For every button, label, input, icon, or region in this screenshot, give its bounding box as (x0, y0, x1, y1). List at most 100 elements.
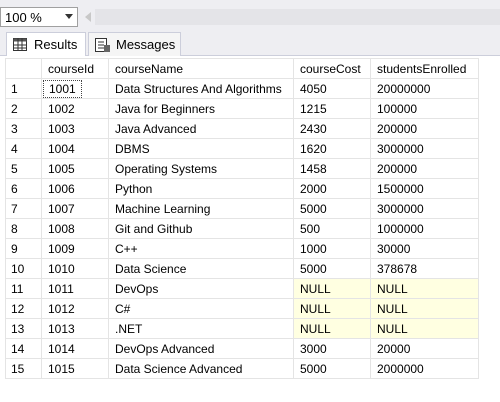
table-row[interactable]: 12 1012 C# NULL NULL (5, 298, 479, 319)
row-number[interactable]: 8 (5, 218, 42, 239)
courseid-cell[interactable]: 1004 (41, 138, 109, 159)
coursename-cell[interactable]: C++ (108, 238, 294, 259)
table-row[interactable]: 10 1010 Data Science 5000 378678 (5, 258, 479, 279)
table-row[interactable]: 6 1006 Python 2000 1500000 (5, 178, 479, 199)
courseid-cell[interactable]: 1015 (41, 358, 109, 379)
courseid-cell[interactable]: 1008 (41, 218, 109, 239)
row-number[interactable]: 7 (5, 198, 42, 219)
coursecost-cell[interactable]: NULL (293, 318, 371, 339)
courseid-cell[interactable]: 1010 (41, 258, 109, 279)
row-number[interactable]: 11 (5, 278, 42, 299)
studentsenrolled-cell[interactable]: 20000 (370, 338, 479, 359)
row-number[interactable]: 10 (5, 258, 42, 279)
table-row[interactable]: 4 1004 DBMS 1620 3000000 (5, 138, 479, 159)
courseid-cell[interactable]: 1006 (41, 178, 109, 199)
coursecost-cell[interactable]: 5000 (293, 198, 371, 219)
row-number[interactable]: 4 (5, 138, 42, 159)
row-number[interactable]: 14 (5, 338, 42, 359)
table-row[interactable]: 3 1003 Java Advanced 2430 200000 (5, 118, 479, 139)
row-number-header[interactable] (5, 58, 42, 79)
row-number[interactable]: 9 (5, 238, 42, 259)
studentsenrolled-cell[interactable]: 200000 (370, 158, 479, 179)
coursename-cell[interactable]: Data Structures And Algorithms (108, 78, 294, 99)
table-row[interactable]: 8 1008 Git and Github 500 1000000 (5, 218, 479, 239)
table-row[interactable]: 14 1014 DevOps Advanced 3000 20000 (5, 338, 479, 359)
column-header-coursecost[interactable]: courseCost (293, 58, 371, 79)
column-header-coursename[interactable]: courseName (108, 58, 294, 79)
coursecost-cell[interactable]: 500 (293, 218, 371, 239)
table-row[interactable]: 11 1011 DevOps NULL NULL (5, 278, 479, 299)
coursename-cell[interactable]: Data Science (108, 258, 294, 279)
coursename-cell[interactable]: C# (108, 298, 294, 319)
results-grid[interactable]: courseId courseName courseCost studentsE… (0, 56, 500, 402)
courseid-cell[interactable]: 1012 (41, 298, 109, 319)
column-header-studentsenrolled[interactable]: studentsEnrolled (370, 58, 479, 79)
courseid-cell[interactable]: 1013 (41, 318, 109, 339)
coursecost-cell[interactable]: 4050 (293, 78, 371, 99)
studentsenrolled-cell[interactable]: 378678 (370, 258, 479, 279)
courseid-cell[interactable]: 1014 (41, 338, 109, 359)
coursename-cell[interactable]: DevOps Advanced (108, 338, 294, 359)
courseid-cell[interactable]: 1011 (41, 278, 109, 299)
studentsenrolled-cell[interactable]: 3000000 (370, 138, 479, 159)
coursecost-cell[interactable]: 1000 (293, 238, 371, 259)
chevron-down-icon[interactable] (65, 14, 73, 19)
coursecost-cell[interactable]: 2430 (293, 118, 371, 139)
tab-results[interactable]: Results (6, 32, 86, 56)
courseid-cell[interactable]: 1001 (41, 78, 109, 99)
studentsenrolled-cell[interactable]: NULL (370, 298, 479, 319)
coursecost-cell[interactable]: 5000 (293, 358, 371, 379)
coursename-cell[interactable]: Operating Systems (108, 158, 294, 179)
row-number[interactable]: 5 (5, 158, 42, 179)
coursename-cell[interactable]: Git and Github (108, 218, 294, 239)
row-number[interactable]: 2 (5, 98, 42, 119)
studentsenrolled-cell[interactable]: 2000000 (370, 358, 479, 379)
coursename-cell[interactable]: DBMS (108, 138, 294, 159)
coursecost-cell[interactable]: 3000 (293, 338, 371, 359)
table-row[interactable]: 13 1013 .NET NULL NULL (5, 318, 479, 339)
coursecost-cell[interactable]: 1458 (293, 158, 371, 179)
coursecost-cell[interactable]: NULL (293, 298, 371, 319)
scroll-left-arrow-icon[interactable] (85, 12, 91, 22)
table-row[interactable]: 5 1005 Operating Systems 1458 200000 (5, 158, 479, 179)
table-row[interactable]: 2 1002 Java for Beginners 1215 100000 (5, 98, 479, 119)
studentsenrolled-cell[interactable]: NULL (370, 318, 479, 339)
studentsenrolled-cell[interactable]: NULL (370, 278, 479, 299)
table-row[interactable]: 1 1001 Data Structures And Algorithms 4050 2… (5, 78, 479, 99)
row-number[interactable]: 1 (5, 78, 42, 99)
coursename-cell[interactable]: DevOps (108, 278, 294, 299)
studentsenrolled-cell[interactable]: 100000 (370, 98, 479, 119)
row-number[interactable]: 3 (5, 118, 42, 139)
coursecost-cell[interactable]: NULL (293, 278, 371, 299)
coursename-cell[interactable]: .NET (108, 318, 294, 339)
courseid-cell[interactable]: 1003 (41, 118, 109, 139)
row-number[interactable]: 13 (5, 318, 42, 339)
tab-messages[interactable]: Messages (88, 32, 181, 56)
coursename-cell[interactable]: Python (108, 178, 294, 199)
coursename-cell[interactable]: Java Advanced (108, 118, 294, 139)
coursecost-cell[interactable]: 2000 (293, 178, 371, 199)
studentsenrolled-cell[interactable]: 30000 (370, 238, 479, 259)
coursename-cell[interactable]: Machine Learning (108, 198, 294, 219)
courseid-cell[interactable]: 1009 (41, 238, 109, 259)
coursecost-cell[interactable]: 1215 (293, 98, 371, 119)
row-number[interactable]: 6 (5, 178, 42, 199)
column-header-courseid[interactable]: courseId (41, 58, 109, 79)
table-row[interactable]: 15 1015 Data Science Advanced 5000 2000000 (5, 358, 479, 379)
row-number[interactable]: 12 (5, 298, 42, 319)
coursename-cell[interactable]: Java for Beginners (108, 98, 294, 119)
coursecost-cell[interactable]: 1620 (293, 138, 371, 159)
row-number[interactable]: 15 (5, 358, 42, 379)
coursename-cell[interactable]: Data Science Advanced (108, 358, 294, 379)
table-row[interactable]: 7 1007 Machine Learning 5000 3000000 (5, 198, 479, 219)
table-row[interactable]: 9 1009 C++ 1000 30000 (5, 238, 479, 259)
zoom-dropdown[interactable]: 100 % (0, 7, 78, 27)
courseid-cell[interactable]: 1002 (41, 98, 109, 119)
studentsenrolled-cell[interactable]: 1000000 (370, 218, 479, 239)
studentsenrolled-cell[interactable]: 20000000 (370, 78, 479, 99)
studentsenrolled-cell[interactable]: 200000 (370, 118, 479, 139)
courseid-cell[interactable]: 1007 (41, 198, 109, 219)
horizontal-scrollbar[interactable] (95, 9, 500, 25)
coursecost-cell[interactable]: 5000 (293, 258, 371, 279)
studentsenrolled-cell[interactable]: 1500000 (370, 178, 479, 199)
